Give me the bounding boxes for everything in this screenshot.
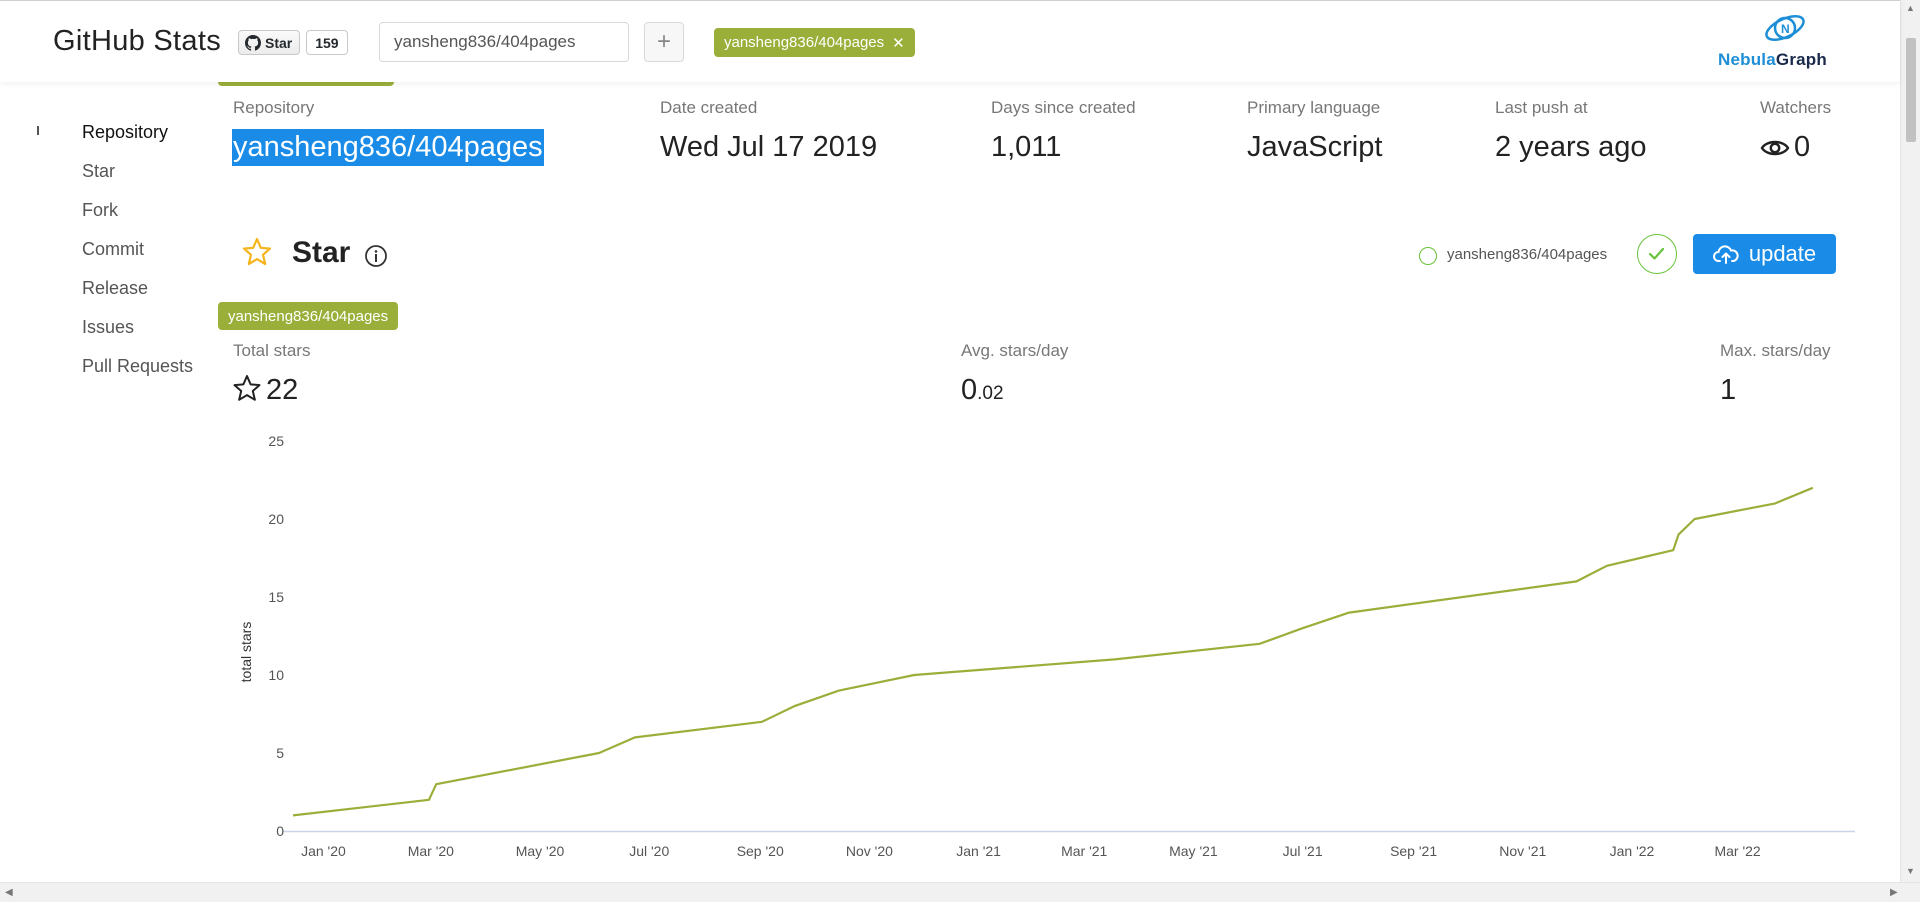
y-axis-label: total stars: [238, 622, 254, 683]
sidebar-item-release[interactable]: Release: [82, 278, 148, 299]
sidebar-item-star[interactable]: Star: [82, 161, 115, 182]
app-title: GitHub Stats: [53, 25, 221, 57]
total-stars-value: 22: [232, 374, 298, 407]
x-tick-label: Nov '20: [846, 843, 893, 859]
star-section-title: Star: [292, 236, 351, 269]
repo-search-input[interactable]: [379, 22, 629, 62]
vertical-scrollbar-thumb[interactable]: [1906, 38, 1916, 142]
x-tick-label: Mar '21: [1061, 843, 1107, 859]
x-tick-label: Jul '21: [1283, 843, 1323, 859]
nebulagraph-logo[interactable]: N NebulaGraph: [1700, 9, 1880, 73]
x-tick-label: Jul '20: [629, 843, 669, 859]
date-created-label: Date created: [660, 98, 758, 117]
confirm-check-button[interactable]: [1637, 234, 1677, 274]
x-tick-label: May '21: [1169, 843, 1218, 859]
cloud-upload-icon: [1712, 245, 1739, 264]
selected-repo-tag-label: yansheng836/404pages: [724, 34, 885, 51]
sidebar-item-issues[interactable]: Issues: [82, 317, 134, 338]
sidebar-item-commit[interactable]: Commit: [82, 239, 144, 260]
selected-repo-tag: yansheng836/404pages ✕: [714, 28, 915, 57]
total-stars-label: Total stars: [233, 341, 311, 360]
page: GitHub Stats Star 159 + yansheng836/404p…: [0, 0, 1920, 902]
legend-label[interactable]: yansheng836/404pages: [1447, 246, 1607, 263]
y-tick-label: 0: [276, 823, 284, 839]
date-created-value: Wed Jul 17 2019: [660, 131, 878, 163]
svg-text:N: N: [1781, 22, 1790, 36]
x-tick-label: Sep '21: [1390, 843, 1437, 859]
star-history-chart[interactable]: 0 5 10 15 20 25 Jan '20 Mar '20 May '20 Jul '20 Se…: [228, 425, 1864, 875]
avg-stars-value: 0.02: [961, 374, 1004, 406]
y-tick-label: 20: [268, 511, 284, 527]
watchers-label: Watchers: [1760, 98, 1832, 117]
last-push-label: Last push at: [1495, 98, 1588, 117]
update-button[interactable]: update: [1693, 234, 1836, 274]
github-icon: [245, 34, 261, 51]
repository-value: yansheng836/404pages: [232, 129, 544, 166]
x-tick-label: Sep '20: [737, 843, 784, 859]
x-tick-label: Jan '22: [1610, 843, 1655, 859]
scroll-up-arrow-icon[interactable]: ▲: [1906, 3, 1915, 13]
repository-label: Repository: [233, 98, 315, 117]
days-since-label: Days since created: [991, 98, 1136, 117]
x-tick-label: May '20: [516, 843, 565, 859]
star-repo-tag: yansheng836/404pages: [218, 302, 399, 330]
top-bar: GitHub Stats Star 159 + yansheng836/404p…: [0, 0, 1900, 82]
close-icon[interactable]: ✕: [892, 34, 905, 52]
legend-toggle-circle[interactable]: [1419, 247, 1437, 265]
github-star-button[interactable]: Star: [238, 30, 301, 55]
max-stars-value: 1: [1720, 374, 1737, 406]
days-since-value: 1,011: [991, 131, 1062, 163]
y-tick-label: 5: [276, 745, 284, 761]
language-value: JavaScript: [1247, 131, 1383, 163]
vertical-scrollbar[interactable]: ▲ ▼: [1900, 0, 1920, 882]
scroll-left-arrow-icon[interactable]: ◀: [5, 887, 13, 898]
check-icon: [1648, 247, 1665, 260]
sidebar-item-pull-requests[interactable]: Pull Requests: [82, 356, 193, 377]
star-outline-icon: [233, 375, 261, 401]
max-stars-label: Max. stars/day: [1720, 341, 1831, 360]
language-label: Primary language: [1247, 98, 1381, 117]
scroll-down-arrow-icon[interactable]: ▼: [1906, 866, 1915, 876]
watchers-value: 0: [1760, 131, 1810, 164]
github-star-label: Star: [265, 34, 293, 51]
y-tick-label: 25: [268, 433, 284, 449]
avg-stars-label: Avg. stars/day: [961, 341, 1069, 360]
info-icon[interactable]: [364, 244, 388, 268]
add-repo-button[interactable]: +: [644, 22, 684, 62]
sidebar-item-fork[interactable]: Fork: [82, 200, 118, 221]
series-line: [292, 486, 1814, 817]
github-star-widget: Star 159: [238, 30, 348, 55]
github-star-count[interactable]: 159: [306, 30, 348, 55]
last-push-value: 2 years ago: [1495, 131, 1647, 163]
sidebar-active-marker: [37, 126, 39, 135]
eye-icon: [1760, 141, 1790, 156]
scroll-right-arrow-icon[interactable]: ▶: [1890, 887, 1898, 898]
x-tick-label: Mar '20: [408, 843, 454, 859]
x-tick-label: Nov '21: [1499, 843, 1546, 859]
update-button-label: update: [1748, 241, 1817, 266]
y-tick-label: 10: [268, 667, 284, 683]
y-tick-label: 15: [268, 589, 284, 605]
x-tick-label: Jan '21: [956, 843, 1001, 859]
logo-text: NebulaGraph: [1718, 50, 1827, 69]
x-tick-label: Jan '20: [301, 843, 346, 859]
x-tick-label: Mar '22: [1714, 843, 1760, 859]
star-icon: [242, 237, 272, 266]
horizontal-scrollbar[interactable]: ◀ ▶: [0, 882, 1920, 902]
nebula-logo-icon: N: [1765, 15, 1805, 41]
sidebar-item-repository[interactable]: Repository: [82, 122, 168, 143]
